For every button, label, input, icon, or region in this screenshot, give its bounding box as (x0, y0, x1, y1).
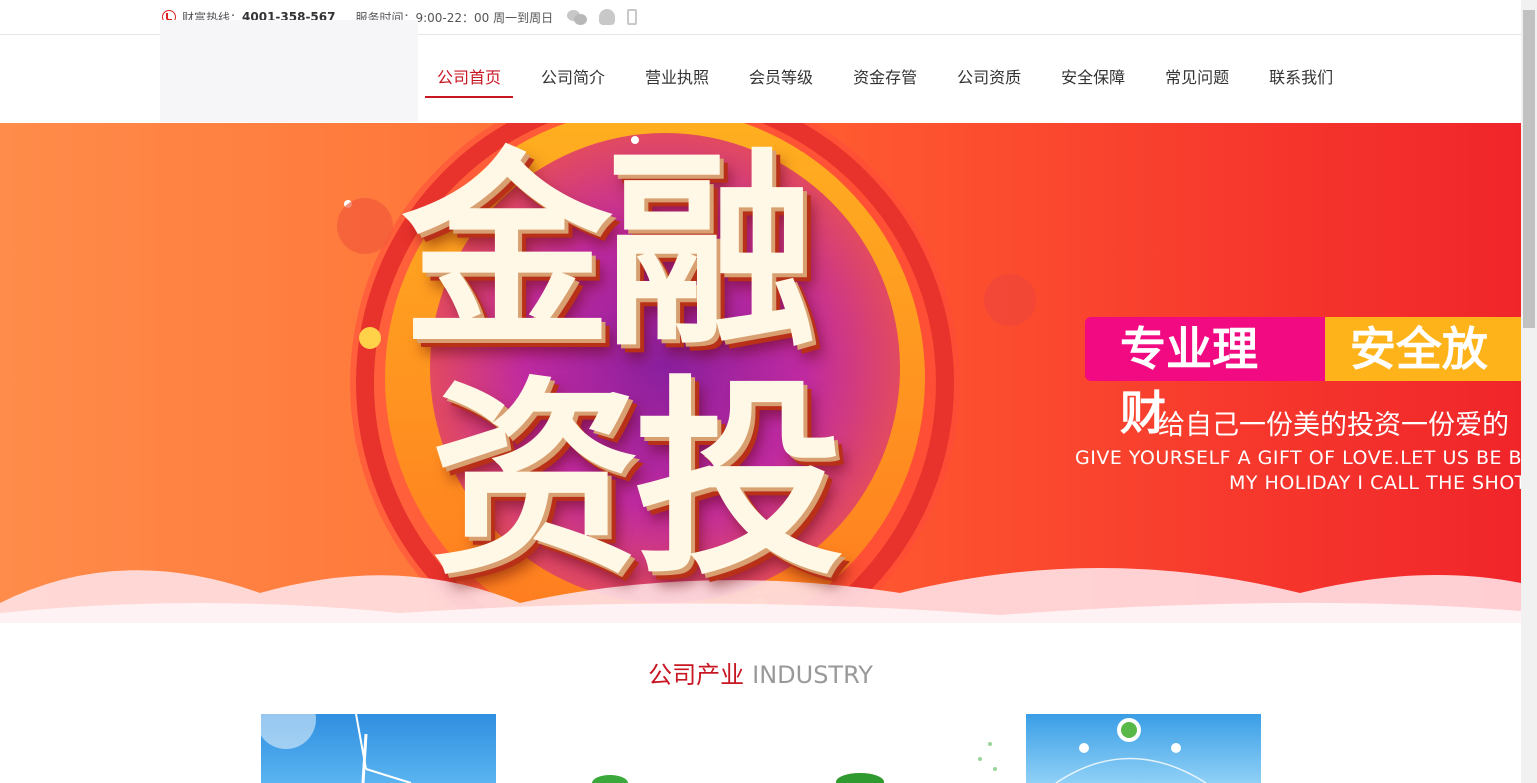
green-plant-image (592, 775, 628, 783)
industry-section-title: 公司产业 INDUSTRY (0, 655, 1521, 690)
nav-item-custody[interactable]: 资金存管 (841, 60, 929, 96)
industry-thumb-wind[interactable] (261, 714, 496, 783)
nav-item-security[interactable]: 安全保障 (1049, 60, 1137, 96)
banner-headline-line1: 金融 (402, 130, 816, 375)
banner-headline-line2: 资投 (430, 358, 844, 603)
industry-thumb-green[interactable] (520, 714, 755, 783)
nav-item-about[interactable]: 公司简介 (529, 60, 617, 96)
hero-banner[interactable]: 金融 资投 专业理财 安全放 给自己一份美的投资一份爱的 GIVE YOURSE… (0, 123, 1521, 623)
wechat-icon[interactable] (567, 9, 588, 25)
mobile-icon[interactable] (627, 9, 638, 25)
industry-thumb-recycle[interactable] (1026, 714, 1261, 783)
nav-item-faq[interactable]: 常见问题 (1153, 60, 1241, 96)
banner-slogan-en-line2: MY HOLIDAY I CALL THE SHOTS (1229, 472, 1521, 494)
page-scrollbar[interactable] (1521, 0, 1537, 783)
main-nav: 公司首页 公司简介 营业执照 会员等级 资金存管 公司资质 安全保障 常见问题 … (425, 60, 1361, 98)
nav-item-qualification[interactable]: 公司资质 (945, 60, 1033, 96)
section-title-cn: 公司产业 (648, 661, 745, 689)
qq-icon[interactable] (599, 9, 616, 25)
recycle-globe-image (1055, 718, 1207, 783)
nav-item-contact[interactable]: 联系我们 (1257, 60, 1345, 96)
industry-thumb-tree[interactable] (780, 714, 1010, 783)
wind-turbine-image (261, 714, 412, 783)
banner-tag: 专业理财 安全放 (1085, 317, 1521, 440)
scrollbar-thumb[interactable] (1523, 10, 1535, 328)
tree-image (836, 742, 997, 783)
section-title-en: INDUSTRY (752, 661, 873, 689)
nav-item-home[interactable]: 公司首页 (425, 60, 514, 98)
banner-tag-left: 专业理财 (1085, 317, 1325, 440)
banner-slogan-cn: 给自己一份美的投资一份爱的 (1158, 410, 1509, 441)
banner-slogan-en-line1: GIVE YOURSELF A GIFT OF LOVE.LET US BE B… (1075, 447, 1521, 469)
nav-item-license[interactable]: 营业执照 (633, 60, 721, 96)
nav-item-membership[interactable]: 会员等级 (737, 60, 825, 96)
banner-tag-right: 安全放 (1324, 317, 1521, 381)
logo-placeholder[interactable] (160, 20, 418, 122)
